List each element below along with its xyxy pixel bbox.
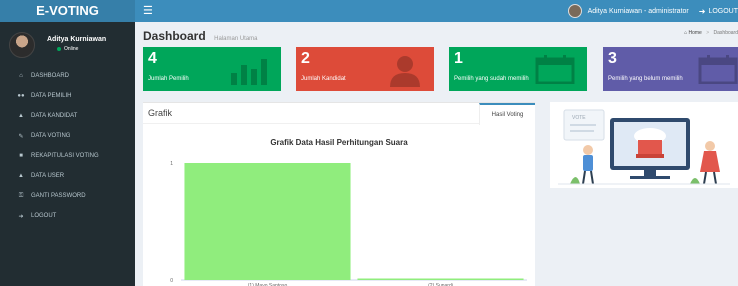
sidebar-menu: ⌂ DASHBOARD ●● DATA PEMILIH ▲ DATA KANDI… [0,66,135,226]
sidebar: Aditya Kurniawan Online ⌂ DASHBOARD ●● D… [0,22,135,286]
logout-button[interactable]: ➜ LOGOUT [699,7,738,16]
stat-number: 2 [301,50,310,67]
stat-box-sudah-memilih[interactable]: 1 Pemilih yang sudah memilih [449,47,587,91]
user-icon: ▲ [18,113,24,119]
sidebar-item-ganti-password[interactable]: ⚿ GANTI PASSWORD [0,186,135,206]
sidebar-item-dashboard[interactable]: ⌂ DASHBOARD [0,66,135,86]
bar-chart-icon [231,59,267,85]
panel-title: Grafik [148,108,173,118]
logout-label: LOGOUT [708,7,738,15]
stat-label: Jumlah Pemilih [148,76,189,82]
chart-bar[interactable] [184,163,351,280]
pencil-icon: ✎ [18,133,24,140]
tab-divider [143,123,479,124]
stat-label: Jumlah Kandidat [301,76,346,82]
sidebar-item-label: DATA PEMILIH [31,93,72,99]
user-icon: ▲ [18,173,24,179]
sidebar-item-label: DATA VOTING [31,133,71,139]
stat-number: 1 [454,50,463,67]
y-tick-label: 1 [170,161,173,167]
content-header: Dashboard Halaman Utama ⌂ Home > Dashboa… [143,27,738,43]
status-label: Online [64,46,79,52]
status-badge: Online [57,46,78,52]
stat-label: Pemilih yang sudah memilih [454,76,529,82]
calendar-icon [535,55,575,84]
breadcrumb-home[interactable]: Home [688,30,701,36]
sidebar-item-data-voting[interactable]: ✎ DATA VOTING [0,126,135,146]
sidebar-item-label: LOGOUT [31,213,57,219]
top-navbar: ☰ Aditya Kurniawan - administrator ➜ LOG… [135,0,738,22]
sidebar-item-label: DATA USER [31,173,65,179]
sidebar-user-name: Aditya Kurniawan [47,36,107,43]
y-tick-label: 0 [170,278,173,284]
stat-label: Pemilih yang belum memilih [608,76,683,82]
online-dot-icon [57,47,61,51]
user-menu-label[interactable]: Aditya Kurniawan - administrator [588,8,689,15]
sign-out-icon: ➜ [18,213,24,220]
sidebar-item-label: REKAPITULASI VOTING [31,153,99,159]
sidebar-item-logout[interactable]: ➜ LOGOUT [0,206,135,226]
key-icon: ⚿ [18,192,24,199]
stat-number: 3 [608,50,617,67]
person-icon [390,56,420,87]
sign-out-icon: ➜ [698,6,706,16]
users-icon: ●● [17,93,25,99]
user-nav: Aditya Kurniawan - administrator ➜ LOGOU… [567,0,738,22]
page-title: Dashboard [143,29,206,43]
sidebar-item-label: GANTI PASSWORD [31,193,86,199]
home-icon: ⌂ [684,30,688,36]
sidebar-item-data-kandidat[interactable]: ▲ DATA KANDIDAT [0,106,135,126]
breadcrumb-separator: > [706,30,710,36]
home-icon: ⌂ [19,73,23,79]
stat-box-jumlah-pemilih[interactable]: 4 Jumlah Pemilih [143,47,281,91]
illustration-panel: VOTE [550,102,738,188]
stat-box-jumlah-kandidat[interactable]: 2 Jumlah Kandidat [296,47,434,91]
breadcrumb-current: Dashboard [713,30,738,36]
chart-title: Grafik Data Hasil Perhitungan Suara [270,138,408,147]
sidebar-item-data-user[interactable]: ▲ DATA USER [0,166,135,186]
calendar-icon [698,55,738,84]
sidebar-item-rekapitulasi-voting[interactable]: ■ REKAPITULASI VOTING [0,146,135,166]
vote-chart: Grafik Data Hasil Perhitungan Suara 10 (… [170,138,527,286]
tab-hasil-voting[interactable]: Hasil Voting [479,103,535,125]
file-icon: ■ [19,153,23,159]
sidebar-item-data-pemilih[interactable]: ●● DATA PEMILIH [0,86,135,106]
voting-illustration-icon: VOTE [558,109,730,185]
chart-panel: Grafik Hasil Voting Grafik Data Hasil Pe… [143,102,535,286]
breadcrumb: ⌂ Home > Dashboard [684,30,738,36]
app-logo[interactable]: E-VOTING [0,0,135,22]
sidebar-item-label: DATA KANDIDAT [31,113,78,119]
stat-number: 4 [148,50,157,67]
page-subtitle: Halaman Utama [214,36,258,42]
stat-box-belum-memilih[interactable]: 3 Pemilih yang belum memilih [603,47,738,91]
avatar [9,32,35,58]
sidebar-item-label: DASHBOARD [31,73,70,79]
user-panel: Aditya Kurniawan Online [0,22,135,62]
hamburger-icon[interactable]: ☰ [143,4,153,18]
avatar[interactable] [567,4,582,18]
chart-bar[interactable] [357,278,524,281]
ballot-text: VOTE [572,115,586,121]
